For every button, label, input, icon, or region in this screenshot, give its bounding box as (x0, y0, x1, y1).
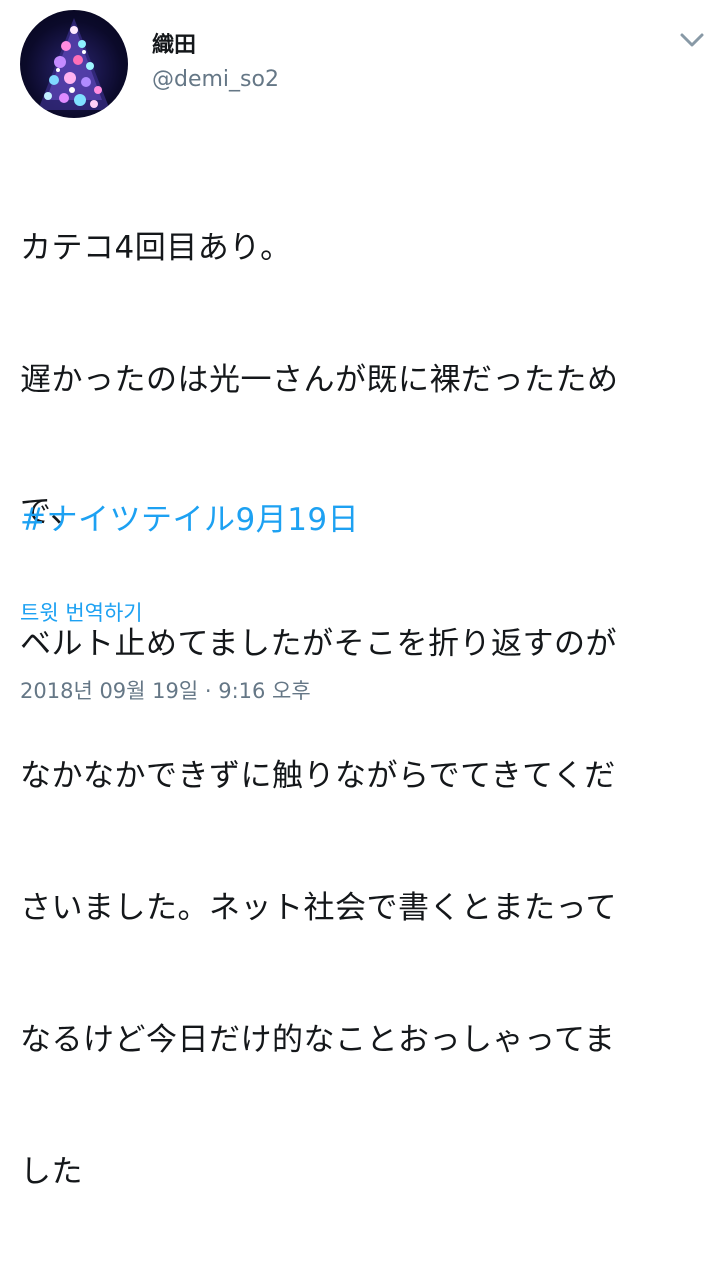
tweet-body-line: なるけど今日だけ的なことおっしゃってま (20, 1022, 616, 1058)
tweet-body-line: カテコ4回目あり。 (20, 230, 292, 266)
tweet-body-line: した (20, 1154, 83, 1190)
chevron-down-icon[interactable] (676, 26, 708, 54)
tweet-body: カテコ4回目あり。 遅かったのは光一さんが既に裸だったため で、 ベルト止めてま… (20, 138, 710, 1282)
tweet-body-line: ベルト止めてましたがそこを折り返すのが (20, 626, 617, 662)
author-handle[interactable]: @demi_so2 (152, 66, 279, 94)
tweet-body-line: さいました。ネット社会で書くとまたって (20, 890, 617, 926)
tweet-body-line: なかなかできずに触りながらでてきてくだ (20, 758, 616, 794)
tweet-body-line: 遅かったのは光一さんが既に裸だったため (20, 362, 619, 398)
tweet-card: 織田 @demi_so2 カテコ4回目あり。 遅かったのは光一さんが既に裸だった… (0, 0, 720, 1190)
hashtag-link[interactable]: #ナイツテイル9月19日 (20, 498, 359, 542)
avatar[interactable] (20, 10, 128, 118)
translate-tweet-link[interactable]: 트윗 번역하기 (20, 598, 143, 628)
tweet-timestamp[interactable]: 2018년 09월 19일 · 9:16 오후 (20, 676, 311, 706)
author-display-name[interactable]: 織田 (152, 32, 196, 60)
